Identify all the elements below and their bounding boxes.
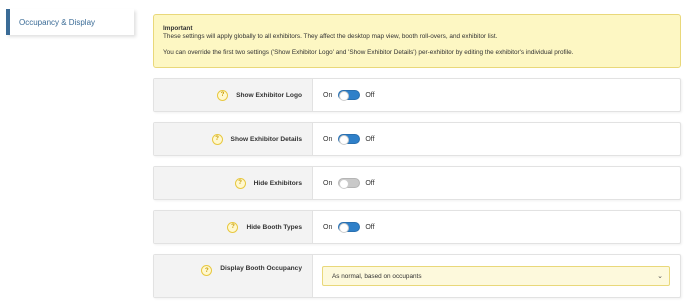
setting-label: Display Booth Occupancy bbox=[220, 265, 302, 272]
notice-title: Important bbox=[163, 25, 193, 32]
hide-booth-types-toggle[interactable] bbox=[338, 222, 361, 233]
show-exhibitor-logo-toggle[interactable] bbox=[338, 90, 361, 101]
hide-exhibitors-toggle[interactable] bbox=[338, 178, 361, 189]
setting-row-hide-exhibitors: ? Hide Exhibitors On Off bbox=[153, 166, 681, 200]
help-icon[interactable]: ? bbox=[201, 265, 213, 276]
setting-label: Show Exhibitor Details bbox=[230, 135, 302, 143]
important-notice: Important These settings will apply glob… bbox=[153, 14, 681, 68]
help-icon[interactable]: ? bbox=[234, 177, 246, 189]
toggle-on-label: On bbox=[323, 223, 333, 231]
select-value: As normal, based on occupants bbox=[332, 272, 422, 280]
setting-row-hide-booth-types: ? Hide Booth Types On Off bbox=[153, 210, 681, 244]
toggle-off-label: Off bbox=[365, 135, 375, 143]
chevron-down-icon: ⌄ bbox=[657, 273, 663, 280]
notice-line-1: These settings will apply globally to al… bbox=[163, 33, 498, 41]
toggle-on-label: On bbox=[323, 91, 333, 99]
toggle-off-label: Off bbox=[365, 223, 375, 231]
setting-label: Hide Booth Types bbox=[246, 223, 302, 231]
toggle-off-label: Off bbox=[365, 179, 375, 187]
help-icon[interactable]: ? bbox=[227, 221, 239, 233]
setting-row-display-booth-occupancy: ? Display Booth Occupancy As normal, bas… bbox=[153, 254, 681, 298]
sidebar-tab-label: Occupancy & Display bbox=[19, 17, 96, 27]
show-exhibitor-details-toggle[interactable] bbox=[338, 134, 361, 145]
notice-line-2: You can override the first two settings … bbox=[163, 49, 574, 57]
toggle-on-label: On bbox=[323, 135, 333, 143]
toggle-on-label: On bbox=[323, 179, 333, 187]
sidebar-tab-occupancy-display[interactable]: Occupancy & Display bbox=[6, 9, 134, 35]
help-icon[interactable]: ? bbox=[217, 89, 229, 101]
setting-row-show-exhibitor-details: ? Show Exhibitor Details On Off bbox=[153, 122, 681, 156]
setting-label: Show Exhibitor Logo bbox=[236, 91, 302, 99]
setting-label: Hide Exhibitors bbox=[253, 179, 302, 187]
help-icon[interactable]: ? bbox=[211, 133, 223, 145]
booth-occupancy-select[interactable]: As normal, based on occupants ⌄ bbox=[322, 266, 670, 286]
setting-row-show-exhibitor-logo: ? Show Exhibitor Logo On Off bbox=[153, 78, 681, 112]
toggle-off-label: Off bbox=[365, 91, 375, 99]
